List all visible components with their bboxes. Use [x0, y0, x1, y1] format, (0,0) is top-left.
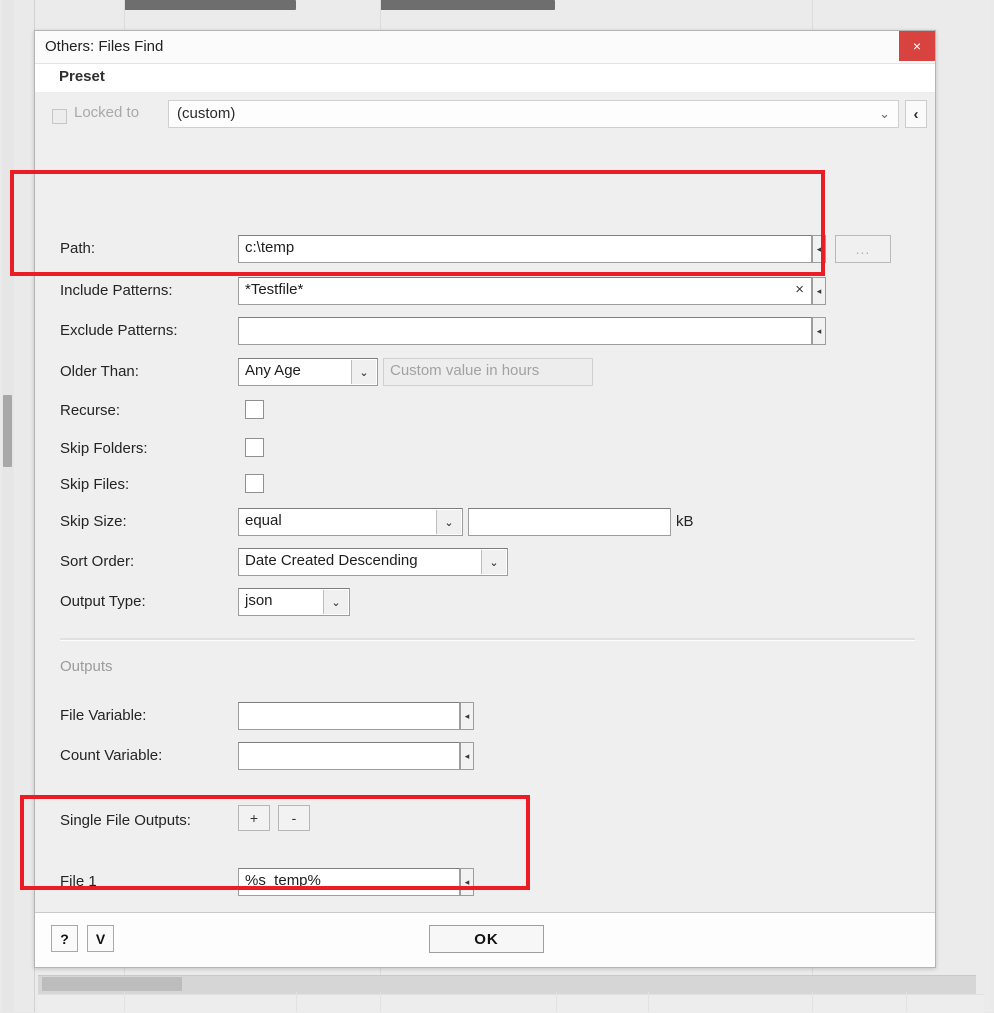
preset-section-header: Preset	[35, 64, 935, 93]
add-file-output-button[interactable]: +	[238, 805, 270, 831]
file-1-input[interactable]: %s_temp%	[238, 868, 460, 896]
close-icon[interactable]: ×	[899, 31, 935, 61]
version-button[interactable]: V	[87, 925, 114, 952]
output-type-label: Output Type:	[60, 593, 146, 610]
older-than-dropdown-value: Any Age	[245, 362, 301, 379]
skip-folders-checkbox[interactable]	[245, 438, 264, 457]
skip-size-comparator-value: equal	[245, 512, 282, 529]
older-than-row: Older Than: Any Age ⌄ Custom value in ho…	[35, 356, 935, 390]
outputs-section-divider	[60, 638, 915, 641]
background-gridline	[380, 992, 381, 1012]
output-type-dropdown[interactable]: json ⌄	[238, 588, 350, 616]
files-find-dialog: Others: Files Find × Preset Locked to (c…	[34, 30, 936, 968]
exclude-patterns-row: Exclude Patterns: ◂	[35, 315, 935, 349]
dialog-title: Others: Files Find	[45, 38, 164, 55]
locked-to-checkbox[interactable]	[52, 109, 67, 124]
chevron-down-icon[interactable]: ⌄	[323, 590, 348, 614]
exclude-patterns-input[interactable]	[238, 317, 812, 345]
exclude-patterns-label: Exclude Patterns:	[60, 322, 178, 339]
preset-dropdown[interactable]: (custom) ⌄	[168, 100, 899, 128]
path-input-value: c:\temp	[245, 239, 295, 256]
older-than-custom-hours-placeholder: Custom value in hours	[390, 362, 540, 379]
dialog-body: Path: c:\temp ◂ ... Include Patterns: *T…	[35, 137, 935, 913]
file-variable-input[interactable]	[238, 702, 460, 730]
clear-icon[interactable]: ×	[795, 281, 804, 298]
background-grid-row	[38, 994, 984, 1013]
skip-files-label: Skip Files:	[60, 476, 130, 493]
background-horizontal-scrollbar-thumb[interactable]	[42, 977, 182, 991]
sort-order-label: Sort Order:	[60, 553, 135, 570]
chevron-down-icon[interactable]: ⌄	[351, 360, 376, 384]
skip-size-row: Skip Size: equal ⌄ kB	[35, 506, 935, 540]
recurse-checkbox[interactable]	[245, 400, 264, 419]
background-vertical-scrollbar[interactable]	[2, 0, 14, 1012]
background-gridline	[648, 992, 649, 1012]
older-than-custom-hours-input[interactable]: Custom value in hours	[383, 358, 593, 386]
preset-section-label: Preset	[59, 68, 105, 85]
output-type-row: Output Type: json ⌄	[35, 586, 935, 620]
skip-size-comparator-dropdown[interactable]: equal ⌄	[238, 508, 463, 536]
file-1-value: %s_temp%	[245, 872, 321, 889]
count-variable-label: Count Variable:	[60, 747, 163, 764]
remove-file-output-button[interactable]: -	[278, 805, 310, 831]
skip-size-unit-label: kB	[676, 513, 694, 530]
dialog-titlebar: Others: Files Find ×	[35, 31, 935, 64]
include-patterns-label: Include Patterns:	[60, 282, 173, 299]
file-variable-expander-icon[interactable]: ◂	[460, 702, 474, 730]
include-patterns-row: Include Patterns: *Testfile* × ◂	[35, 275, 935, 309]
skip-files-checkbox[interactable]	[245, 474, 264, 493]
count-variable-row: Count Variable: ◂	[35, 740, 935, 774]
dialog-footer: ? V OK	[35, 912, 935, 967]
locked-to-row: Locked to (custom) ⌄ ‹	[35, 93, 935, 139]
path-input[interactable]: c:\temp	[238, 235, 812, 263]
single-file-outputs-label: Single File Outputs:	[60, 812, 191, 829]
file-variable-label: File Variable:	[60, 707, 147, 724]
background-gridline	[296, 992, 297, 1012]
file-1-row: File 1 %s_temp% ◂	[35, 866, 935, 900]
ok-button[interactable]: OK	[429, 925, 544, 953]
skip-folders-label: Skip Folders:	[60, 440, 148, 457]
recurse-label: Recurse:	[60, 402, 121, 419]
skip-files-row: Skip Files:	[35, 469, 935, 503]
output-type-dropdown-value: json	[245, 592, 273, 609]
preset-back-button[interactable]: ‹	[905, 100, 927, 128]
chevron-down-icon: ⌄	[879, 106, 890, 121]
include-patterns-expander-icon[interactable]: ◂	[812, 277, 826, 305]
chevron-down-icon[interactable]: ⌄	[481, 550, 506, 574]
background-toolbar-bar-1	[124, 0, 296, 10]
path-expander-icon[interactable]: ◂	[812, 235, 826, 263]
help-button[interactable]: ?	[51, 925, 78, 952]
count-variable-input[interactable]	[238, 742, 460, 770]
file-1-expander-icon[interactable]: ◂	[460, 868, 474, 896]
background-gridline	[556, 992, 557, 1012]
file-variable-row: File Variable: ◂	[35, 700, 935, 734]
count-variable-expander-icon[interactable]: ◂	[460, 742, 474, 770]
path-browse-button[interactable]: ...	[835, 235, 891, 263]
skip-size-value-input[interactable]	[468, 508, 671, 536]
file-1-label: File 1	[60, 873, 97, 890]
sort-order-row: Sort Order: Date Created Descending ⌄	[35, 546, 935, 580]
single-file-outputs-row: Single File Outputs: + -	[35, 805, 935, 839]
chevron-down-icon[interactable]: ⌄	[436, 510, 461, 534]
background-gridline	[812, 992, 813, 1012]
sort-order-dropdown[interactable]: Date Created Descending ⌄	[238, 548, 508, 576]
path-label: Path:	[60, 240, 96, 257]
recurse-row: Recurse:	[35, 395, 935, 429]
include-patterns-input-value: *Testfile*	[245, 281, 304, 298]
skip-size-label: Skip Size:	[60, 513, 127, 530]
older-than-dropdown[interactable]: Any Age ⌄	[238, 358, 378, 386]
skip-folders-row: Skip Folders:	[35, 433, 935, 467]
locked-to-label: Locked to	[74, 104, 140, 121]
exclude-patterns-expander-icon[interactable]: ◂	[812, 317, 826, 345]
include-patterns-input[interactable]: *Testfile* ×	[238, 277, 812, 305]
background-gridline	[906, 992, 907, 1012]
background-vertical-scrollbar-thumb[interactable]	[3, 395, 12, 467]
outputs-section-label: Outputs	[60, 658, 113, 675]
background-toolbar-bar-2	[380, 0, 555, 10]
background-gridline	[124, 992, 125, 1012]
sort-order-dropdown-value: Date Created Descending	[245, 552, 418, 569]
preset-dropdown-value: (custom)	[177, 105, 236, 122]
path-row: Path: c:\temp ◂ ...	[35, 233, 935, 267]
older-than-label: Older Than:	[60, 363, 139, 380]
